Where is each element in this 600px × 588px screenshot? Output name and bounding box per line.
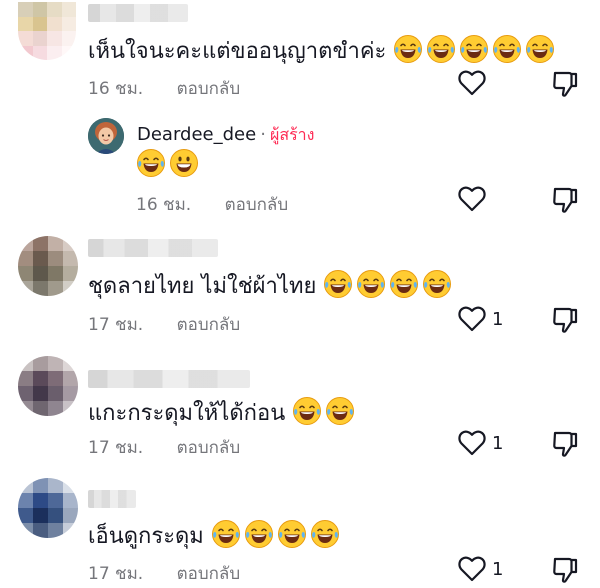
dislike-button[interactable] <box>552 430 578 458</box>
reply-button[interactable]: ตอบกลับ <box>177 564 241 584</box>
thumbs-down-outline-icon <box>552 556 578 584</box>
heart-outline-icon <box>458 186 486 212</box>
creator-badge: ผู้สร้าง <box>269 125 315 144</box>
separator-dot: · <box>260 124 266 145</box>
reply-button[interactable]: ตอบกลับ <box>177 315 241 335</box>
heart-outline-icon <box>458 430 486 456</box>
comment-item: แกะกระดุมให้ได้ก่อน 17 ชม. ตอบกลับ 1 <box>0 356 600 466</box>
laugh-cry-emoji-icon <box>393 35 426 64</box>
like-count: 1 <box>492 558 504 580</box>
thumbs-down-outline-icon <box>552 430 578 458</box>
laugh-cry-emoji-icon <box>310 520 343 549</box>
like-button[interactable]: 1 <box>458 556 503 582</box>
emoji-group <box>323 270 455 299</box>
comment-time: 17 ชม. <box>88 315 144 335</box>
reply-time: 16 ชม. <box>136 195 192 215</box>
dislike-button[interactable] <box>552 186 578 214</box>
emoji-group <box>136 149 202 178</box>
comment-meta: 17 ชม. ตอบกลับ <box>88 560 240 587</box>
laugh-cry-emoji-icon <box>325 397 358 426</box>
comment-item: ชุดลายไทย ไม่ใช่ผ้าไทย 17 ชม. ตอบกลับ 1 <box>0 236 600 346</box>
comment-text: ชุดลายไทย ไม่ใช่ผ้าไทย <box>88 269 455 302</box>
laugh-cry-emoji-icon <box>459 35 492 64</box>
username-blurred[interactable] <box>88 490 136 508</box>
reply-button[interactable]: ตอบกลับ <box>177 79 241 99</box>
avatar[interactable] <box>18 236 78 296</box>
reply-button[interactable]: ตอบกลับ <box>177 438 241 458</box>
dislike-button[interactable] <box>552 70 578 98</box>
comment-text: แกะกระดุมให้ได้ก่อน <box>88 396 358 429</box>
avatar[interactable] <box>18 356 78 416</box>
laugh-cry-emoji-icon <box>292 397 325 426</box>
laugh-cry-emoji-icon <box>244 520 277 549</box>
like-count: 1 <box>492 308 504 330</box>
like-count: 1 <box>492 432 504 454</box>
comment-time: 16 ชม. <box>88 79 144 99</box>
like-button[interactable]: 1 <box>458 306 503 332</box>
comment-meta: 17 ชม. ตอบกลับ <box>88 434 240 461</box>
laugh-cry-emoji-icon <box>211 520 244 549</box>
avatar[interactable] <box>18 478 78 538</box>
username-blurred[interactable] <box>88 4 188 22</box>
comment-text: เอ็นดูกระดุม <box>88 519 343 552</box>
comment-text-body: เห็นใจนะคะแต่ขออนุญาตขำค่ะ <box>88 39 387 64</box>
comment-text-body: ชุดลายไทย ไม่ใช่ผ้าไทย <box>88 274 317 299</box>
laugh-cry-emoji-icon <box>389 270 422 299</box>
laugh-cry-emoji-icon <box>356 270 389 299</box>
heart-outline-icon <box>458 556 486 582</box>
laugh-cry-emoji-icon <box>525 35 558 64</box>
laugh-cry-emoji-icon <box>492 35 525 64</box>
reply-button[interactable]: ตอบกลับ <box>225 195 289 215</box>
username-blurred[interactable] <box>88 239 218 257</box>
heart-outline-icon <box>458 306 486 332</box>
laugh-cry-emoji-icon <box>136 149 169 178</box>
comment-text: เห็นใจนะคะแต่ขออนุญาตขำค่ะ <box>88 34 558 67</box>
like-button[interactable] <box>458 186 492 212</box>
laugh-cry-emoji-icon <box>422 270 455 299</box>
comment-text-body: แกะกระดุมให้ได้ก่อน <box>88 401 286 426</box>
laugh-cry-emoji-icon <box>426 35 459 64</box>
dislike-button[interactable] <box>552 306 578 334</box>
comment-text-body: เอ็นดูกระดุม <box>88 524 204 549</box>
comment-meta: 17 ชม. ตอบกลับ <box>88 311 240 338</box>
laugh-cry-emoji-icon <box>277 520 310 549</box>
comment-time: 17 ชม. <box>88 564 144 584</box>
comment-item: เห็นใจนะคะแต่ขออนุญาตขำค่ะ 16 ชม. ตอบกลั… <box>0 0 600 215</box>
like-button[interactable]: 1 <box>458 430 503 456</box>
thumbs-down-outline-icon <box>552 70 578 98</box>
avatar[interactable] <box>18 2 76 60</box>
emoji-group <box>393 35 558 64</box>
dislike-button[interactable] <box>552 556 578 584</box>
creator-avatar[interactable] <box>88 118 124 154</box>
laugh-cry-emoji-icon <box>323 270 356 299</box>
thumbs-down-outline-icon <box>552 186 578 214</box>
creator-reply: Deardee_dee · ผู้สร้าง 16 ชม. ตอบกลับ <box>0 115 600 215</box>
reply-header: Deardee_dee · ผู้สร้าง <box>137 123 314 148</box>
heart-outline-icon <box>458 70 486 96</box>
reply-meta: 16 ชม. ตอบกลับ <box>136 191 288 218</box>
thumbs-down-outline-icon <box>552 306 578 334</box>
username-blurred[interactable] <box>88 370 250 388</box>
grin-emoji-icon <box>169 149 202 178</box>
emoji-group <box>292 397 358 426</box>
comment-item: เอ็นดูกระดุม 17 ชม. ตอบกลับ 1 <box>0 478 600 588</box>
like-button[interactable] <box>458 70 492 96</box>
reply-text <box>136 148 202 181</box>
comment-time: 17 ชม. <box>88 438 144 458</box>
creator-username[interactable]: Deardee_dee <box>137 124 256 145</box>
comment-meta: 16 ชม. ตอบกลับ <box>88 75 240 102</box>
emoji-group <box>211 520 343 549</box>
